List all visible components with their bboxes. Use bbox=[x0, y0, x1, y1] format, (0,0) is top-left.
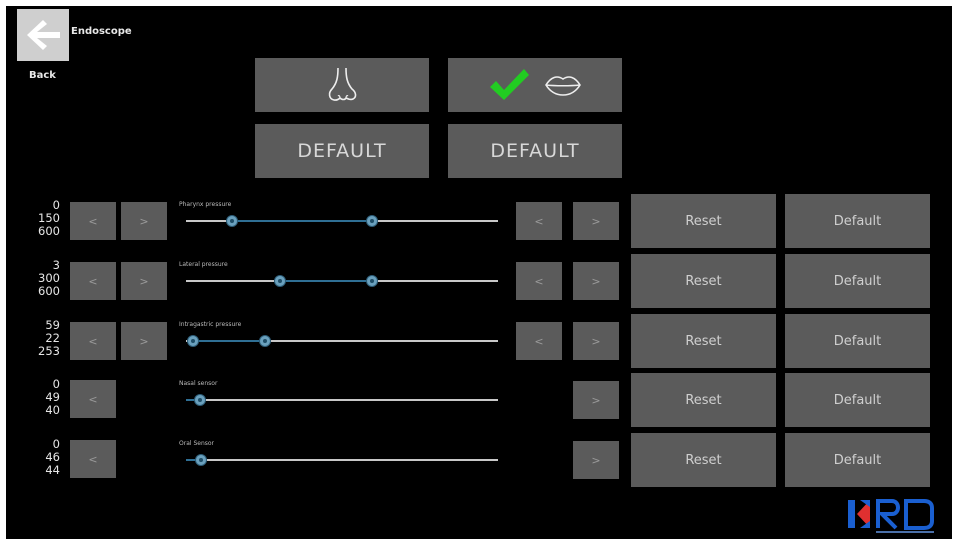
row-max-value: 253 bbox=[38, 344, 60, 358]
arrow-left-icon bbox=[27, 20, 60, 50]
slider-label: Oral Sensor bbox=[179, 440, 215, 447]
slider-handle[interactable] bbox=[194, 394, 206, 406]
row-values: 59 22 253 bbox=[18, 319, 60, 358]
back-button[interactable] bbox=[17, 9, 69, 61]
nose-default-button[interactable]: DEFAULT bbox=[255, 124, 429, 178]
lips-icon bbox=[545, 76, 581, 96]
slider-low-handle[interactable] bbox=[187, 335, 199, 347]
right-increase-button[interactable]: > bbox=[573, 262, 619, 300]
reset-button[interactable]: Reset bbox=[631, 254, 776, 308]
slider-high-handle[interactable] bbox=[366, 215, 378, 227]
slider-handle[interactable] bbox=[195, 454, 207, 466]
default-button[interactable]: Default bbox=[785, 433, 930, 487]
right-decrease-button[interactable]: < bbox=[516, 322, 562, 360]
left-decrease-button[interactable]: < bbox=[70, 202, 116, 240]
right-decrease-button[interactable]: < bbox=[516, 202, 562, 240]
slider-high-handle[interactable] bbox=[366, 275, 378, 287]
left-increase-button[interactable]: > bbox=[121, 322, 167, 360]
checkmark-icon bbox=[490, 69, 529, 100]
left-decrease-button[interactable]: < bbox=[70, 262, 116, 300]
slider-track bbox=[186, 459, 498, 461]
nose-mode-button[interactable] bbox=[255, 58, 429, 112]
right-increase-button[interactable]: > bbox=[573, 441, 619, 479]
default-button[interactable]: Default bbox=[785, 373, 930, 427]
reset-button[interactable]: Reset bbox=[631, 194, 776, 248]
left-increase-button[interactable]: > bbox=[121, 202, 167, 240]
reset-button[interactable]: Reset bbox=[631, 433, 776, 487]
default-button[interactable]: Default bbox=[785, 254, 930, 308]
row-values: 0 46 44 bbox=[18, 438, 60, 477]
slider-range-fill bbox=[193, 340, 265, 342]
default-button[interactable]: Default bbox=[785, 194, 930, 248]
right-increase-button[interactable]: > bbox=[573, 322, 619, 360]
slider-low-handle[interactable] bbox=[274, 275, 286, 287]
reset-button[interactable]: Reset bbox=[631, 314, 776, 368]
nose-icon bbox=[328, 67, 357, 101]
row-max-value: 40 bbox=[45, 403, 60, 417]
right-increase-button[interactable]: > bbox=[573, 202, 619, 240]
slider-track bbox=[186, 399, 498, 401]
endoscope-settings-screen: Endoscope Back DEFAULT DEFAULT 0 150 600… bbox=[6, 6, 952, 539]
slider-label: Intragastric pressure bbox=[179, 321, 242, 328]
default-button[interactable]: Default bbox=[785, 314, 930, 368]
slider-label: Pharynx pressure bbox=[179, 201, 232, 208]
left-decrease-button[interactable]: < bbox=[70, 322, 116, 360]
slider-low-handle[interactable] bbox=[226, 215, 238, 227]
slider-label: Lateral pressure bbox=[179, 261, 228, 268]
slider-high-handle[interactable] bbox=[259, 335, 271, 347]
mouth-default-button[interactable]: DEFAULT bbox=[448, 124, 622, 178]
row-max-value: 44 bbox=[45, 463, 60, 477]
mouth-mode-button[interactable] bbox=[448, 58, 622, 112]
left-increase-button[interactable]: > bbox=[121, 262, 167, 300]
row-max-value: 600 bbox=[38, 284, 60, 298]
right-increase-button[interactable]: > bbox=[573, 381, 619, 419]
slider-range-fill bbox=[232, 220, 372, 222]
row-values: 0 49 40 bbox=[18, 378, 60, 417]
row-values: 0 150 600 bbox=[18, 199, 60, 238]
slider-label: Nasal sensor bbox=[179, 380, 218, 387]
company-logo bbox=[846, 496, 938, 536]
slider-range-fill bbox=[280, 280, 372, 282]
back-label: Back bbox=[29, 70, 56, 81]
left-decrease-button[interactable]: < bbox=[70, 440, 116, 478]
right-decrease-button[interactable]: < bbox=[516, 262, 562, 300]
row-values: 3 300 600 bbox=[18, 259, 60, 298]
reset-button[interactable]: Reset bbox=[631, 373, 776, 427]
page-title: Endoscope bbox=[71, 26, 132, 37]
left-decrease-button[interactable]: < bbox=[70, 380, 116, 418]
row-max-value: 600 bbox=[38, 224, 60, 238]
